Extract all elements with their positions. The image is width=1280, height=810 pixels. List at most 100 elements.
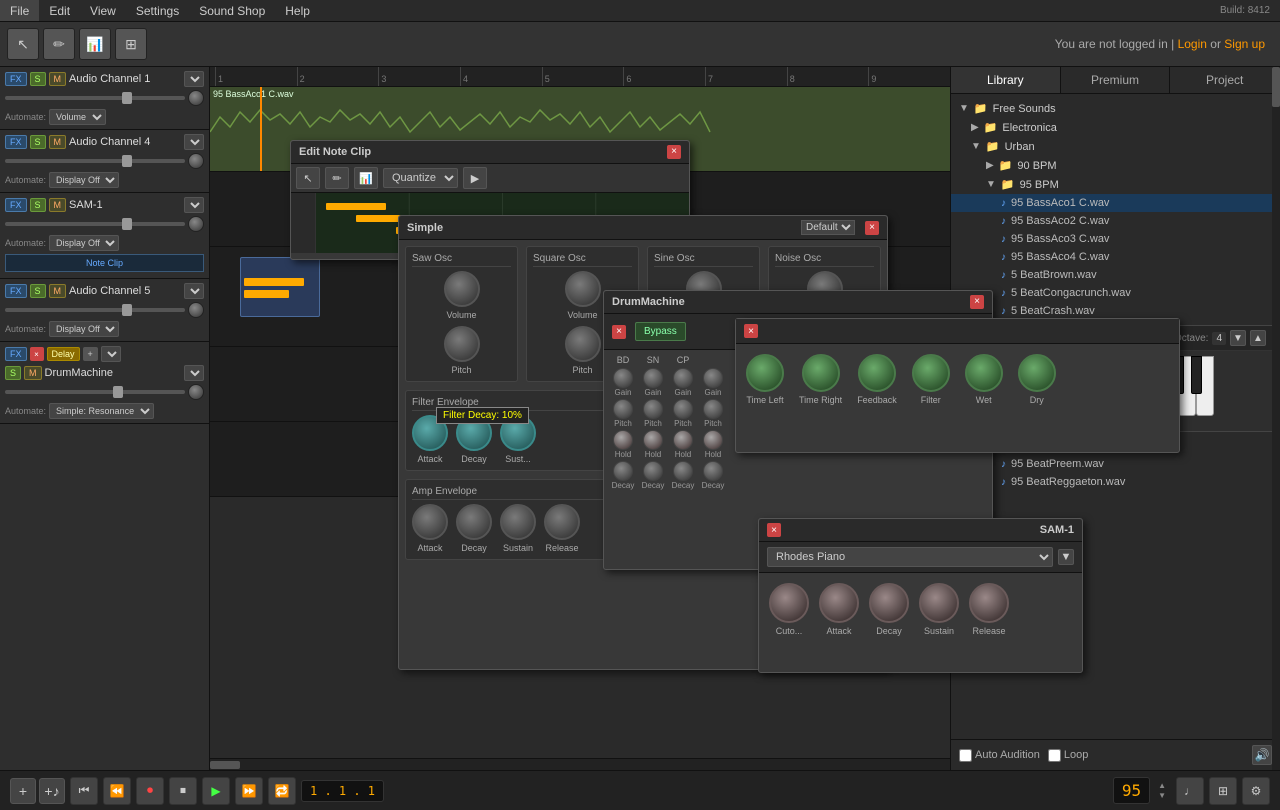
sam1-attack-knob[interactable] bbox=[819, 583, 859, 623]
file-beatreggaeton[interactable]: ♪ 95 BeatReggaeton.wav bbox=[951, 473, 1280, 491]
pan-knob-sam1[interactable] bbox=[188, 216, 204, 232]
amp-attack-knob[interactable] bbox=[412, 504, 448, 540]
fader-5[interactable] bbox=[5, 308, 185, 312]
dm-pitch-ch4-knob[interactable] bbox=[703, 399, 723, 419]
fx-button-sam1[interactable]: FX bbox=[5, 198, 27, 212]
automate-select-sam1[interactable]: Display Off bbox=[49, 235, 119, 251]
dm-gain-ch4-knob[interactable] bbox=[703, 368, 723, 388]
rewind-start-button[interactable]: ⏮ bbox=[70, 777, 98, 805]
automate-select-4[interactable]: Display Off bbox=[49, 172, 119, 188]
dm-hold-ch4-knob[interactable] bbox=[703, 430, 723, 450]
saw-volume-knob[interactable] bbox=[444, 271, 480, 307]
menu-soundshop[interactable]: Sound Shop bbox=[189, 0, 275, 21]
tab-project[interactable]: Project bbox=[1170, 67, 1280, 93]
fader-thumb-4[interactable] bbox=[122, 155, 132, 167]
enc-pencil-tool[interactable]: ✏ bbox=[325, 167, 349, 189]
solo-button-drum[interactable]: S bbox=[5, 366, 21, 380]
timeleft-knob[interactable] bbox=[746, 354, 784, 392]
timeright-knob[interactable] bbox=[802, 354, 840, 392]
mute-button-sam1[interactable]: M bbox=[49, 198, 67, 212]
channel-dropdown-1[interactable] bbox=[184, 71, 204, 87]
mute-button-5[interactable]: M bbox=[49, 284, 67, 298]
stop-button[interactable]: ⏹ bbox=[169, 777, 197, 805]
fx-button-4[interactable]: FX bbox=[5, 135, 27, 149]
sam1-release-knob[interactable] bbox=[969, 583, 1009, 623]
file-beatconga[interactable]: ♪ 5 BeatCongacrunch.wav bbox=[951, 284, 1280, 302]
dm-close-small[interactable]: × bbox=[612, 325, 626, 339]
sam1-decay-knob[interactable] bbox=[869, 583, 909, 623]
folder-90bpm[interactable]: ▶ 📁 90 BPM bbox=[951, 156, 1280, 175]
tab-premium[interactable]: Premium bbox=[1061, 67, 1171, 93]
drum-machine-titlebar[interactable]: DrumMachine × bbox=[604, 291, 992, 314]
sam1-cutoff-knob[interactable] bbox=[769, 583, 809, 623]
wet-knob[interactable] bbox=[965, 354, 1003, 392]
play-button[interactable]: ▶ bbox=[202, 777, 230, 805]
fader-4[interactable] bbox=[5, 159, 185, 163]
dm-decay-cp-knob[interactable] bbox=[673, 461, 693, 481]
metronome-button[interactable]: ♩ bbox=[1176, 777, 1204, 805]
auto-audition-checkbox[interactable] bbox=[959, 749, 972, 762]
automate-select-1[interactable]: Volume bbox=[49, 109, 106, 125]
fader-1[interactable] bbox=[5, 96, 185, 100]
octave-up-button[interactable]: ▲ bbox=[1250, 330, 1266, 346]
loop-checkbox-label[interactable]: Loop bbox=[1048, 749, 1088, 762]
file-bassaco1[interactable]: ♪ 95 BassAco1 C.wav bbox=[951, 194, 1280, 212]
dm-decay-bd-knob[interactable] bbox=[613, 461, 633, 481]
dm-gain-cp-knob[interactable] bbox=[673, 368, 693, 388]
sam1-preset-select[interactable]: Rhodes Piano bbox=[767, 547, 1053, 567]
enc-arrow-tool[interactable]: ↖ bbox=[296, 167, 320, 189]
automate-select-5[interactable]: Display Off bbox=[49, 321, 119, 337]
enc-bar-tool[interactable]: 📊 bbox=[354, 167, 378, 189]
feedback-knob[interactable] bbox=[858, 354, 896, 392]
bpm-up-button[interactable]: ▲ bbox=[1158, 781, 1166, 791]
loop-button[interactable]: 🔁 bbox=[268, 777, 296, 805]
fader-thumb-drum[interactable] bbox=[113, 386, 123, 398]
settings-button[interactable]: ⚙ bbox=[1242, 777, 1270, 805]
add-track-button[interactable]: + bbox=[10, 778, 36, 804]
dm-hold-bd-knob[interactable] bbox=[613, 430, 633, 450]
fader-sam1[interactable] bbox=[5, 222, 185, 226]
lib-volume-button[interactable]: 🔊 bbox=[1252, 745, 1272, 765]
pan-knob-5[interactable] bbox=[188, 302, 204, 318]
menu-help[interactable]: Help bbox=[275, 0, 320, 21]
mute-button-4[interactable]: M bbox=[49, 135, 67, 149]
draw-tool-button[interactable]: 📊 bbox=[79, 28, 111, 60]
fader-drum[interactable] bbox=[5, 390, 185, 394]
pencil-tool-button[interactable]: ✏ bbox=[43, 28, 75, 60]
pan-knob-1[interactable] bbox=[188, 90, 204, 106]
auto-audition-checkbox-label[interactable]: Auto Audition bbox=[959, 749, 1040, 762]
note-clip-block[interactable] bbox=[240, 257, 320, 317]
simple-synth-close[interactable]: × bbox=[865, 221, 879, 235]
edit-note-clip-titlebar[interactable]: Edit Note Clip × bbox=[291, 141, 689, 164]
amp-decay-knob[interactable] bbox=[456, 504, 492, 540]
sam1-titlebar[interactable]: × SAM-1 bbox=[759, 519, 1082, 542]
pan-knob-4[interactable] bbox=[188, 153, 204, 169]
folder-electronica[interactable]: ▶ 📁 Electronica bbox=[951, 118, 1280, 137]
amp-sustain-knob[interactable] bbox=[500, 504, 536, 540]
folder-urban[interactable]: ▼ 📁 Urban bbox=[951, 137, 1280, 156]
signup-link[interactable]: Sign up bbox=[1224, 37, 1265, 51]
file-bassaco3[interactable]: ♪ 95 BassAco3 C.wav bbox=[951, 230, 1280, 248]
add-effect-button[interactable]: + bbox=[83, 347, 98, 361]
arrow-tool-button[interactable]: ↖ bbox=[7, 28, 39, 60]
fader-thumb-5[interactable] bbox=[122, 304, 132, 316]
snap-tool-button[interactable]: ⊞ bbox=[115, 28, 147, 60]
mute-button-drum[interactable]: M bbox=[24, 366, 42, 380]
channel-dropdown-sam1[interactable] bbox=[184, 197, 204, 213]
loop-checkbox[interactable] bbox=[1048, 749, 1061, 762]
quantize-select[interactable]: Quantize bbox=[383, 168, 458, 188]
bpm-down-button[interactable]: ▼ bbox=[1158, 791, 1166, 801]
square-pitch-knob[interactable] bbox=[565, 326, 601, 362]
amp-release-knob[interactable] bbox=[544, 504, 580, 540]
octave-down-button[interactable]: ▼ bbox=[1230, 330, 1246, 346]
h-scrollbar-thumb[interactable] bbox=[210, 761, 240, 769]
square-volume-knob[interactable] bbox=[565, 271, 601, 307]
rewind-button[interactable]: ⏪ bbox=[103, 777, 131, 805]
mute-button-1[interactable]: M bbox=[49, 72, 67, 86]
automate-select-drum[interactable]: Simple: Resonance bbox=[49, 403, 154, 419]
channel-dropdown-4[interactable] bbox=[184, 134, 204, 150]
file-bassaco2[interactable]: ♪ 95 BassAco2 C.wav bbox=[951, 212, 1280, 230]
sam1-close[interactable]: × bbox=[767, 523, 781, 537]
dry-knob[interactable] bbox=[1018, 354, 1056, 392]
dm-decay-ch4-knob[interactable] bbox=[703, 461, 723, 481]
